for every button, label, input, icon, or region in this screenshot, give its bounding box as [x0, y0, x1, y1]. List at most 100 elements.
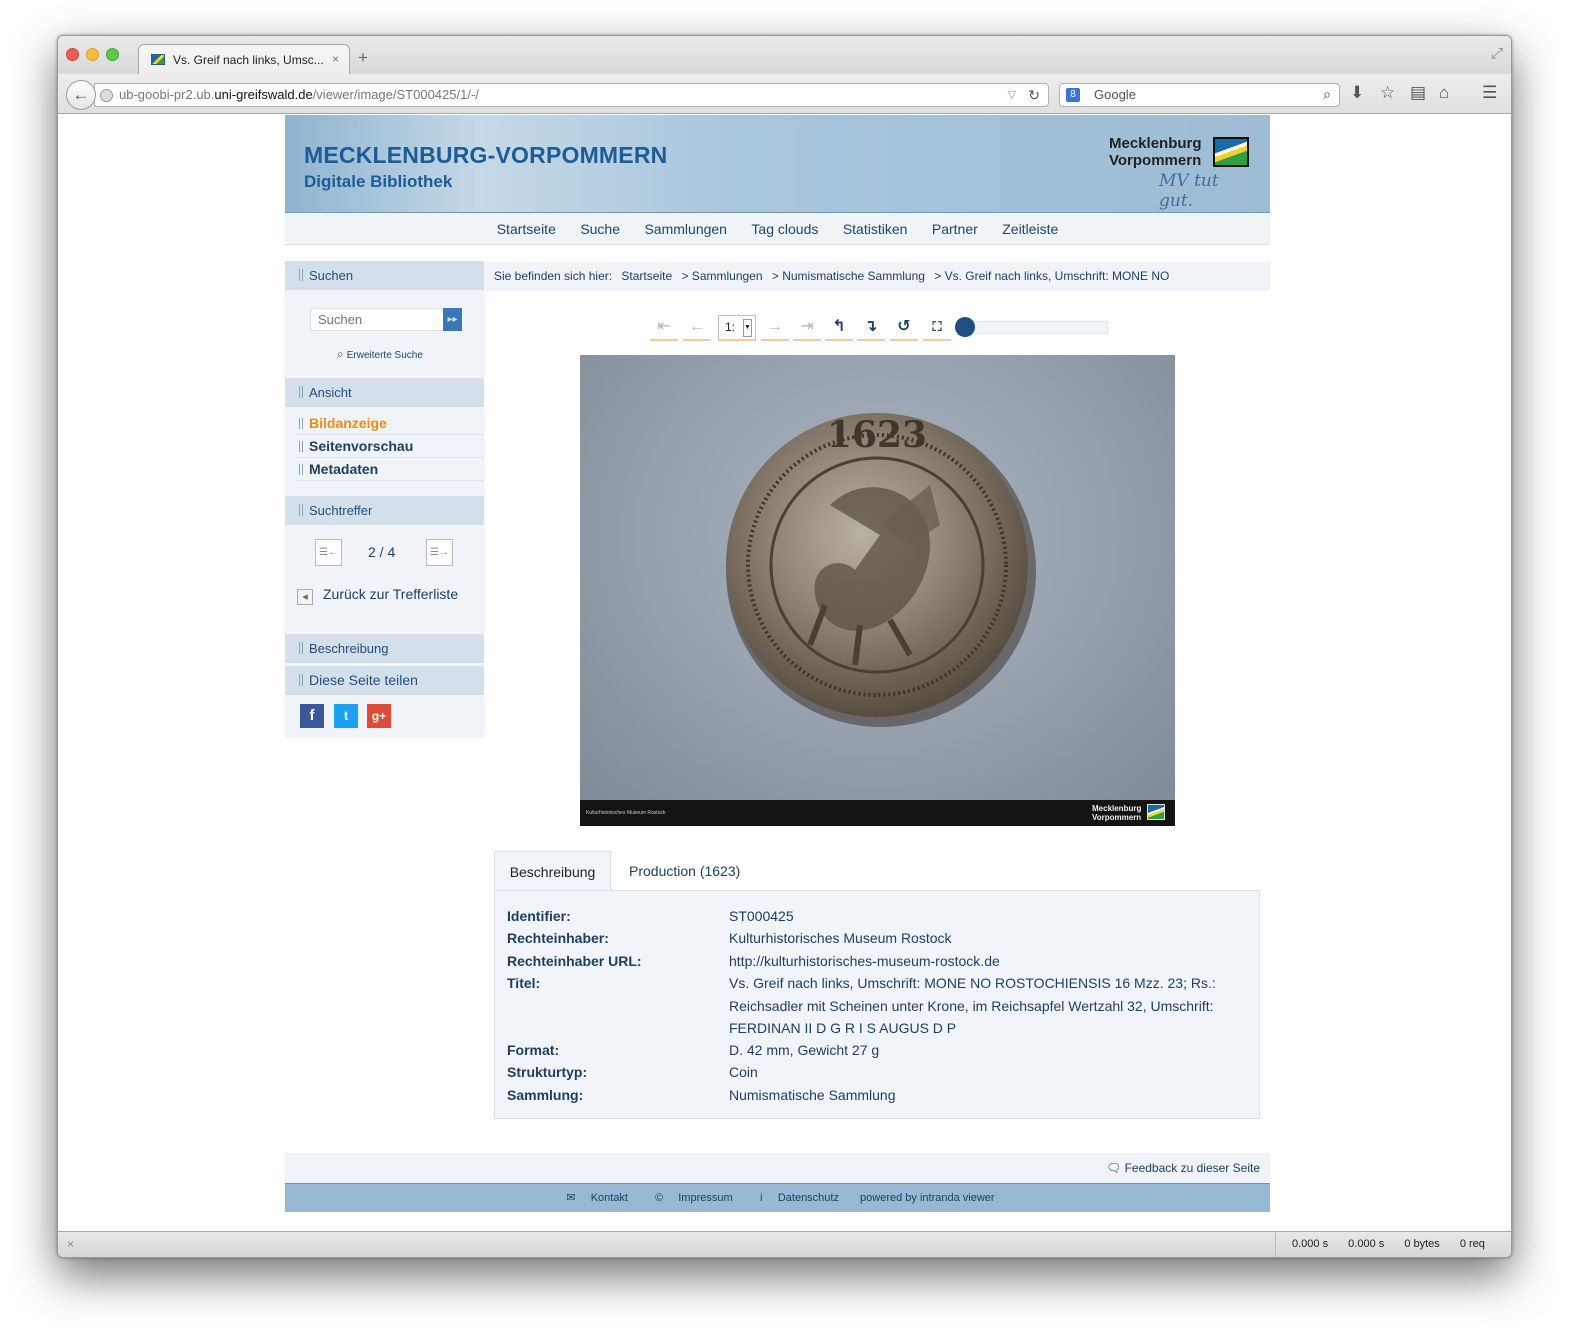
metadata-value: Numismatische Sammlung [729, 1087, 896, 1103]
close-window-button[interactable] [66, 48, 79, 61]
description-heading-label: Beschreibung [309, 641, 389, 656]
zoom-slider-track[interactable] [960, 321, 1108, 334]
reset-rotation-icon[interactable]: ↺ [890, 315, 918, 341]
metadata-link[interactable]: http://kulturhistorisches-museum-rostock… [729, 950, 1244, 973]
metadata-label: Format: [507, 1042, 560, 1058]
browser-window: Vs. Greif nach links, Umsc... × + ⤢ ub-g… [57, 35, 1512, 1258]
coin-photo: 1623 [580, 355, 1175, 800]
menu-icon[interactable]: ☰ [1482, 83, 1497, 103]
back-button[interactable]: ← [66, 80, 96, 110]
breadcrumb-item[interactable]: > Sammlungen [681, 269, 762, 283]
breadcrumb-prefix: Sie befinden sich hier: [494, 269, 613, 283]
search-bar[interactable]: 8 Google ⌕ [1059, 83, 1340, 107]
zoom-slider-handle[interactable] [955, 317, 975, 337]
nav-suche[interactable]: Suche [580, 214, 620, 244]
share-heading: Diese Seite teilen [285, 666, 484, 695]
tab-production[interactable]: Production (1623) [629, 851, 740, 891]
search-input[interactable] [310, 308, 444, 331]
address-bar[interactable]: ub-goobi-pr2.ub.uni-greifswald.de/viewer… [94, 83, 1049, 107]
feedback-label: Feedback zu dieser Seite [1124, 1161, 1260, 1175]
last-page-icon[interactable]: ⇥ [793, 315, 821, 341]
view-item-seitenvorschau[interactable]: Seitenvorschau [296, 435, 484, 458]
feedback-link[interactable]: 🗨 Feedback zu dieser Seite [1106, 1153, 1260, 1184]
bookmark-star-icon[interactable]: ☆ [1380, 83, 1395, 103]
description-heading[interactable]: Beschreibung [285, 634, 484, 663]
nav-startseite[interactable]: Startseite [497, 214, 556, 244]
browser-tab[interactable]: Vs. Greif nach links, Umsc... × [138, 44, 350, 75]
view-heading: Ansicht [285, 378, 484, 407]
nav-tag-clouds[interactable]: Tag clouds [751, 214, 818, 244]
tab-beschreibung[interactable]: Beschreibung [494, 851, 611, 892]
breadcrumb-item[interactable]: Startseite [621, 269, 672, 283]
footer-impressum-label: Impressum [678, 1192, 733, 1204]
page-select-value: 1: [725, 320, 736, 334]
back-to-list-label: Zurück zur Trefferliste [323, 586, 459, 602]
previous-hit-button[interactable]: ☰← [315, 539, 342, 566]
logo-slogan: MV tut gut. [1159, 171, 1219, 211]
coin-image[interactable]: 1623 Kulturhistorisches Museum Rostock M… [580, 355, 1175, 826]
minimize-window-button[interactable] [86, 48, 99, 61]
reload-icon[interactable]: ↻ [1028, 84, 1040, 106]
footer-datenschutz[interactable]: ⅰ Datenschutz [754, 1192, 845, 1204]
page-viewport: MECKLENBURG-VORPOMMERN Digitale Biblioth… [58, 115, 1511, 1232]
browser-toolbar: ub-goobi-pr2.ub.uni-greifswald.de/viewer… [58, 74, 1511, 114]
mv-logo[interactable]: Mecklenburg Vorpommern MV tut gut. [1109, 135, 1254, 211]
sidebar: Suchen ▸▸ ⌕Erweiterte Suche Ansicht Bild… [285, 261, 484, 738]
nav-sammlungen[interactable]: Sammlungen [644, 214, 727, 244]
fullscreen-icon[interactable]: ⛶ [923, 315, 951, 341]
status-bytes: 0 bytes [1404, 1238, 1440, 1250]
hit-count: 2 / 4 [368, 544, 396, 560]
previous-page-icon[interactable]: ← [683, 315, 711, 341]
first-page-icon[interactable]: ⇤ [650, 315, 678, 341]
back-to-list-link[interactable]: ◂ Zurück zur Trefferliste [297, 586, 458, 605]
metadata-tabs: Beschreibung Production (1623) [494, 851, 1260, 892]
google-icon[interactable]: 8 [1066, 88, 1080, 102]
view-item-metadaten[interactable]: Metadaten [296, 458, 484, 481]
grip-icon [299, 504, 303, 516]
svg-text:1623: 1623 [827, 414, 927, 456]
facebook-icon[interactable]: f [300, 704, 324, 728]
site-title[interactable]: MECKLENBURG-VORPOMMERN [304, 142, 667, 169]
next-page-icon[interactable]: → [761, 315, 789, 341]
google-plus-icon[interactable]: g+ [367, 704, 391, 728]
image-logo-line2: Vorpommern [1092, 813, 1142, 822]
footer-kontakt[interactable]: ✉ Kontakt [560, 1192, 634, 1204]
share-heading-label: Diese Seite teilen [309, 672, 418, 688]
nav-partner[interactable]: Partner [932, 214, 978, 244]
nav-statistiken[interactable]: Statistiken [843, 214, 908, 244]
tab-close-icon[interactable]: × [332, 52, 339, 66]
reading-list-icon[interactable]: ▤ [1410, 83, 1426, 103]
footer-powered-by[interactable]: powered by intranda viewer [860, 1192, 995, 1204]
page-select[interactable]: 1: ▼ [718, 315, 756, 341]
rotate-right-icon[interactable]: ↴ [857, 315, 885, 341]
breadcrumb-item[interactable]: > Numismatische Sammlung [772, 269, 925, 283]
fullscreen-icon[interactable]: ⤢ [1491, 45, 1503, 62]
image-toolbar: ⇤ ← 1: ▼ → ⇥ ↰ ↴ ↺ ⛶ [650, 315, 1110, 343]
dropdown-arrow-icon: ▼ [743, 319, 752, 337]
new-tab-button[interactable]: + [358, 49, 368, 66]
coin-illustration: 1623 [726, 413, 1036, 727]
rotate-left-icon[interactable]: ↰ [825, 315, 853, 341]
status-stats: 0.000 s 0.000 s 0 bytes 0 req [1275, 1232, 1502, 1257]
zoom-window-button[interactable] [106, 48, 119, 61]
url-domain: uni-greifswald.de [214, 87, 313, 102]
status-bar: × 0.000 s 0.000 s 0 bytes 0 req [58, 1231, 1511, 1257]
status-close-icon[interactable]: × [67, 1237, 74, 1251]
advanced-search-link[interactable]: ⌕ Erweiterte Suche [337, 347, 423, 362]
status-req: 0 req [1459, 1238, 1485, 1250]
download-icon[interactable]: ⬇ [1350, 83, 1364, 103]
logo-flag-icon [1213, 137, 1249, 167]
footer-impressum[interactable]: © Impressum [649, 1192, 739, 1204]
next-hit-button[interactable]: ☰→ [426, 539, 453, 566]
search-engine-label: Google [1094, 87, 1136, 102]
grip-icon [299, 418, 303, 429]
search-submit-button[interactable]: ▸▸ [443, 308, 462, 331]
footer-datenschutz-label: Datenschutz [777, 1192, 839, 1204]
twitter-icon[interactable]: t [334, 704, 358, 728]
nav-zeitleiste[interactable]: Zeitleiste [1002, 214, 1058, 244]
url-dropdown-icon[interactable]: ▽ [1008, 84, 1016, 106]
view-item-label: Bildanzeige [309, 415, 387, 431]
view-item-bildanzeige[interactable]: Bildanzeige [296, 412, 484, 435]
search-icon[interactable]: ⌕ [1323, 83, 1331, 105]
home-icon[interactable]: ⌂ [1439, 83, 1449, 103]
